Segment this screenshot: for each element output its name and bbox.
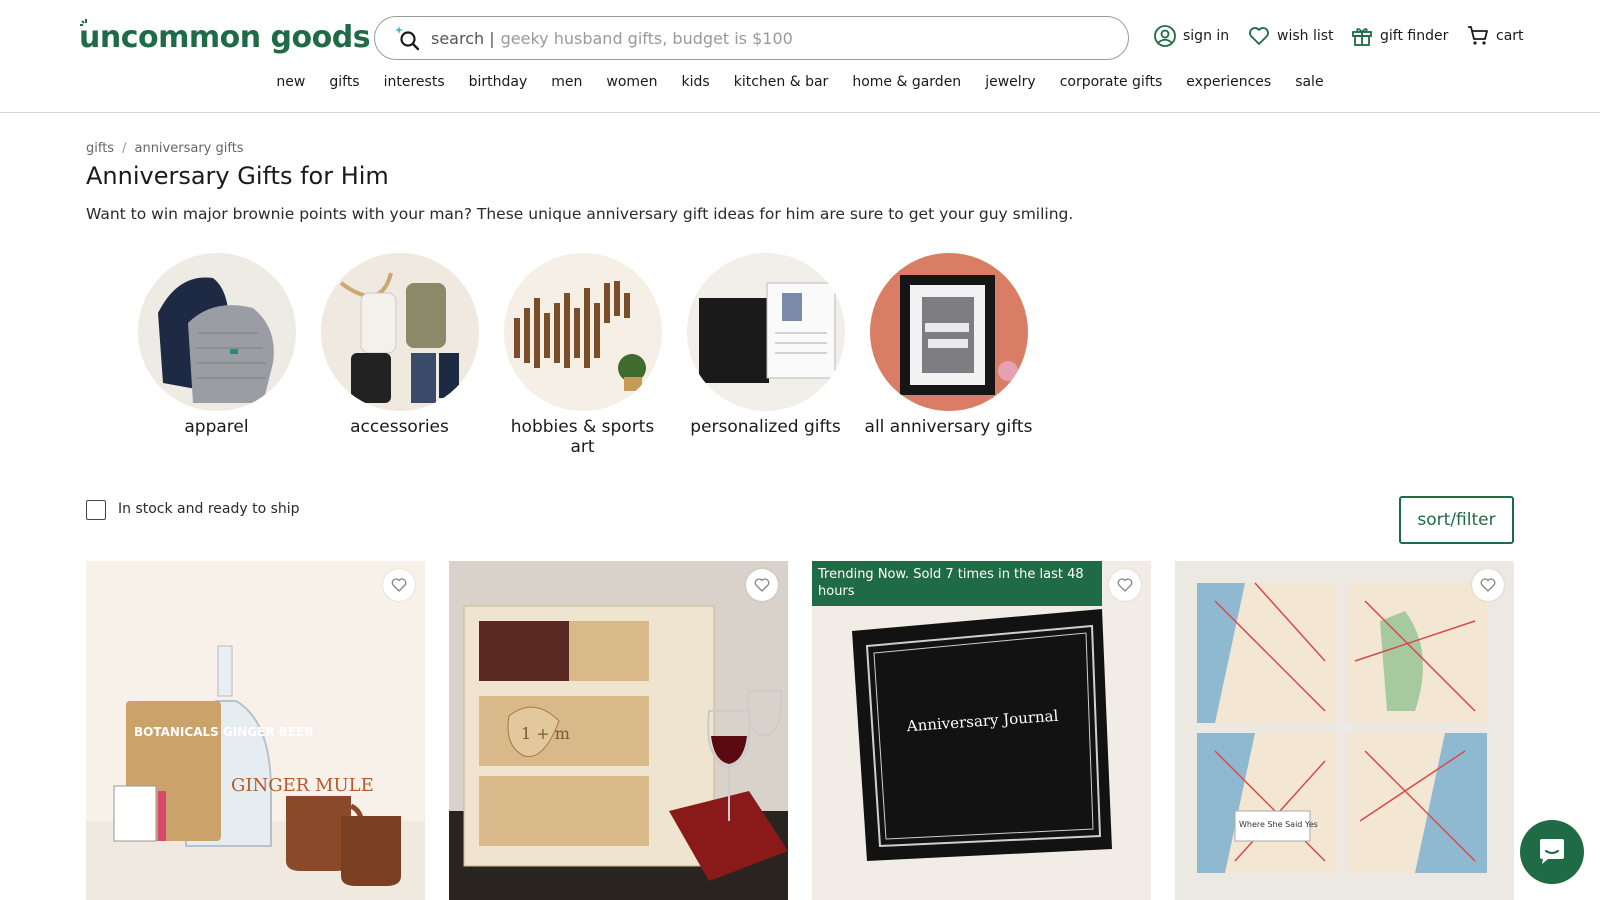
- site-header: uncommon goods search | sign in wish lis…: [0, 0, 1600, 113]
- cart-label: cart: [1496, 28, 1524, 44]
- nav-item-interests[interactable]: interests: [384, 74, 445, 104]
- cart-link[interactable]: cart: [1466, 22, 1524, 50]
- add-to-wishlist-button[interactable]: [746, 569, 778, 601]
- product-image: Anniversary Journal: [812, 561, 1151, 900]
- nav-item-women[interactable]: women: [606, 74, 657, 104]
- sign-in-label: sign in: [1183, 28, 1230, 44]
- category-accessories[interactable]: accessories: [320, 253, 479, 457]
- chat-button[interactable]: [1520, 820, 1584, 884]
- category-all-anniversary-gifts-label: all anniversary gifts: [864, 417, 1033, 437]
- category-personalized-gifts-image: [686, 253, 845, 411]
- nav-item-men[interactable]: men: [551, 74, 582, 104]
- heart-icon: [1117, 578, 1133, 592]
- product-2-image-text: 1 + m: [521, 724, 570, 743]
- category-hobbies-sports-art[interactable]: hobbies & sports art: [503, 253, 662, 457]
- cart-icon: [1468, 26, 1488, 45]
- search-input[interactable]: [500, 28, 1061, 48]
- trending-badge: Trending Now. Sold 7 times in the last 4…: [812, 561, 1102, 606]
- category-accessories-image: [320, 253, 479, 411]
- nav-item-gifts[interactable]: gifts: [329, 74, 359, 104]
- product-card[interactable]: Where She Said Yes: [1175, 561, 1514, 900]
- gift-finder-link[interactable]: gift finder: [1350, 22, 1448, 50]
- add-to-wishlist-button[interactable]: [383, 569, 415, 601]
- nav-item-experiences[interactable]: experiences: [1186, 74, 1271, 104]
- search-bar[interactable]: search |: [374, 16, 1129, 60]
- gift-finder-label: gift finder: [1380, 28, 1449, 44]
- add-to-wishlist-button[interactable]: [1472, 569, 1504, 601]
- chat-bubble-icon: [1540, 839, 1564, 864]
- nav-item-new[interactable]: new: [276, 74, 305, 104]
- heart-icon: [754, 578, 770, 592]
- page-title: Anniversary Gifts for Him: [86, 162, 389, 190]
- category-hobbies-sports-art-image: [503, 253, 662, 411]
- product-image: Where She Said Yes: [1175, 561, 1514, 900]
- product-card[interactable]: BOTANICALS GINGER BEER GINGER MULE: [86, 561, 425, 900]
- breadcrumb-item-gifts[interactable]: gifts: [86, 141, 114, 156]
- user-icon: [1154, 25, 1176, 47]
- main-nav: new gifts interests birthday men women k…: [0, 74, 1600, 104]
- nav-item-birthday[interactable]: birthday: [469, 74, 528, 104]
- add-to-wishlist-button[interactable]: [1109, 569, 1141, 601]
- in-stock-label: In stock and ready to ship: [118, 501, 300, 517]
- category-accessories-label: accessories: [350, 417, 449, 437]
- search-label: search |: [431, 28, 495, 48]
- product-card[interactable]: Anniversary Journal Trending Now. Sold 7…: [812, 561, 1151, 900]
- breadcrumb: gifts / anniversary gifts: [86, 141, 244, 156]
- wish-list-label: wish list: [1277, 28, 1334, 44]
- heart-icon: [391, 578, 407, 592]
- category-all-anniversary-gifts[interactable]: all anniversary gifts: [865, 253, 1032, 457]
- search-sparkle-icon: [395, 26, 420, 51]
- category-apparel-image: [137, 253, 296, 411]
- nav-item-home-garden[interactable]: home & garden: [852, 74, 961, 104]
- nav-item-jewelry[interactable]: jewelry: [985, 74, 1036, 104]
- category-personalized-gifts-label: personalized gifts: [690, 417, 841, 437]
- in-stock-checkbox[interactable]: [86, 500, 106, 520]
- uncommon-goods-logo[interactable]: uncommon goods: [79, 18, 371, 58]
- logo-text: uncommon goods: [79, 20, 371, 55]
- nav-item-kitchen-bar[interactable]: kitchen & bar: [734, 74, 829, 104]
- gift-icon: [1352, 28, 1372, 46]
- nav-item-corporate-gifts[interactable]: corporate gifts: [1060, 74, 1163, 104]
- sort-filter-button[interactable]: sort/filter: [1399, 496, 1514, 544]
- page-intro: Want to win major brownie points with yo…: [86, 205, 1074, 223]
- logo-spark-icon: [80, 19, 87, 26]
- product-4-image-text: Where She Said Yes: [1239, 820, 1318, 829]
- sign-in-link[interactable]: sign in: [1153, 22, 1229, 50]
- category-all-anniversary-gifts-image: [869, 253, 1028, 411]
- category-hobbies-sports-art-label: hobbies & sports art: [510, 417, 655, 457]
- nav-item-sale[interactable]: sale: [1295, 74, 1323, 104]
- breadcrumb-item-anniversary-gifts[interactable]: anniversary gifts: [134, 141, 243, 156]
- product-image: 1 + m: [449, 561, 788, 900]
- nav-item-kids[interactable]: kids: [682, 74, 710, 104]
- product-card[interactable]: 1 + m: [449, 561, 788, 900]
- product-image: BOTANICALS GINGER BEER GINGER MULE: [86, 561, 425, 900]
- category-apparel-label: apparel: [184, 417, 249, 437]
- category-row: apparel accessories hobbies & sports art…: [137, 253, 1032, 457]
- category-apparel[interactable]: apparel: [137, 253, 296, 457]
- category-personalized-gifts[interactable]: personalized gifts: [686, 253, 845, 457]
- heart-icon: [1480, 578, 1496, 592]
- product-1-image-text: BOTANICALS GINGER BEER: [134, 725, 314, 739]
- heart-icon: [1249, 27, 1269, 45]
- wish-list-link[interactable]: wish list: [1247, 22, 1334, 50]
- breadcrumb-separator: /: [122, 141, 127, 156]
- product-1-image-text-2: GINGER MULE: [231, 775, 374, 796]
